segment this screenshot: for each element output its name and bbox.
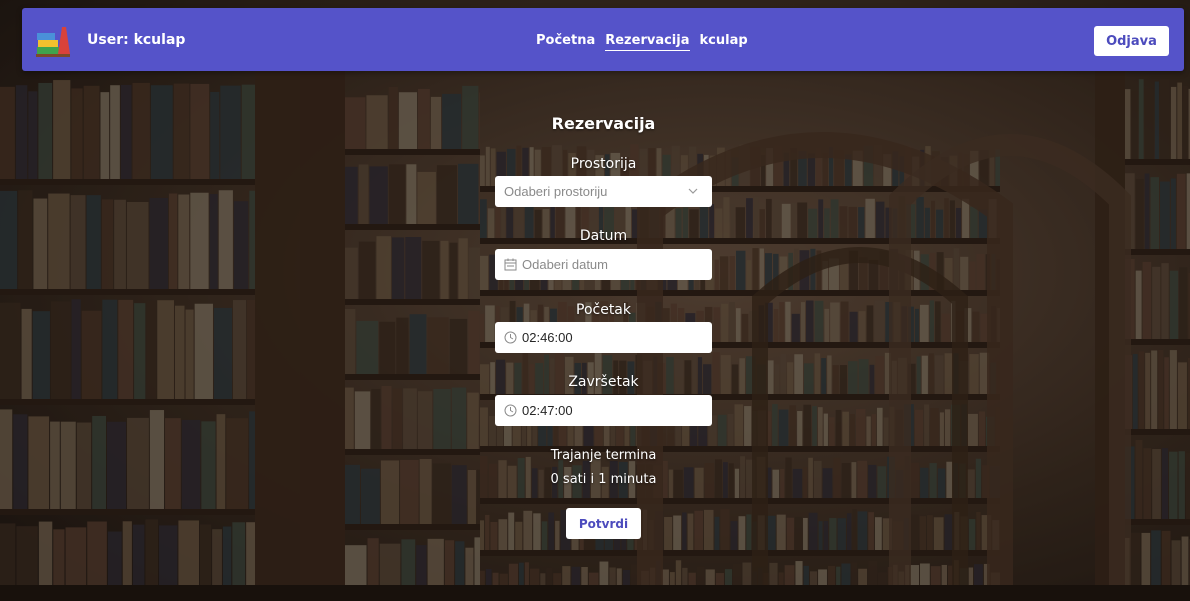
room-select-placeholder: Odaberi prostoriju [504,184,608,199]
clock-icon [504,331,517,344]
end-label: Završetak [568,374,639,390]
nav-link-rezervacija[interactable]: Rezervacija [605,33,690,51]
start-time-picker[interactable]: 02:46:00 [495,322,712,353]
chevron-down-icon [688,188,698,194]
date-picker[interactable]: Odaberi datum [495,249,712,280]
duration-label: Trajanje termina [550,448,657,463]
navbar: User: kculap Početna Rezervacija kculap … [22,8,1184,71]
end-time-value: 02:47:00 [522,403,573,418]
books-logo-icon [36,27,70,57]
room-label: Prostorija [570,156,637,172]
room-select[interactable]: Odaberi prostoriju [495,176,712,207]
logout-button[interactable]: Odjava [1094,26,1169,56]
calendar-icon [504,258,517,271]
clock-icon [504,404,517,417]
nav-link-profile[interactable]: kculap [700,33,748,51]
duration-value: 0 sati i 1 minuta [550,472,657,487]
user-label: User: kculap [87,32,186,48]
nav-link-pocetna[interactable]: Početna [536,33,595,51]
date-picker-placeholder: Odaberi datum [522,257,608,272]
start-time-value: 02:46:00 [522,330,573,345]
form-title: Rezervacija [551,114,656,133]
nav-links: Početna Rezervacija kculap [536,33,748,51]
start-label: Početak [576,302,631,318]
confirm-button[interactable]: Potvrdi [566,508,641,539]
date-label: Datum [579,228,628,244]
end-time-picker[interactable]: 02:47:00 [495,395,712,426]
